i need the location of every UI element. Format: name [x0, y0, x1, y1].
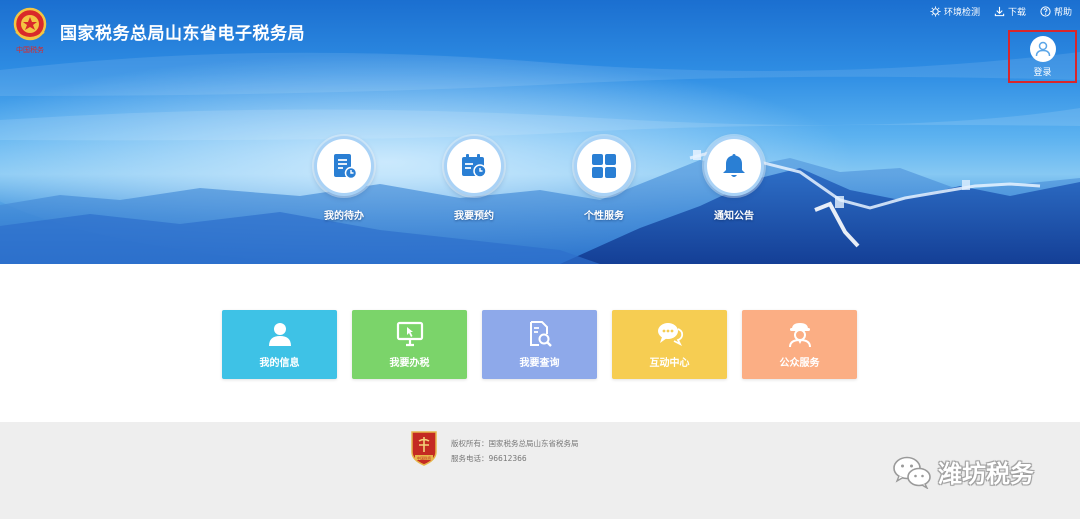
gear-icon — [930, 6, 941, 17]
top-links: 环境检测 下载 帮助 — [930, 5, 1072, 18]
tax-emblem-icon: 中国税务 — [13, 7, 47, 54]
env-check-link[interactable]: 环境检测 — [930, 5, 980, 18]
help-link[interactable]: 帮助 — [1040, 5, 1072, 18]
todo-document-icon — [334, 154, 358, 180]
nav-label: 我的待办 — [324, 211, 364, 222]
footer: 中国税务 版权所有：国家税务总局山东省税务局 服务电话：96612366 潍坊税… — [0, 422, 1080, 519]
site-title: 国家税务总局山东省电子税务局 — [60, 24, 305, 44]
chat-bubbles-icon — [657, 323, 683, 347]
nav-appointment[interactable]: 我要预约 — [429, 136, 519, 222]
tile-interaction-center[interactable]: 互动中心 — [612, 310, 727, 379]
tile-my-info[interactable]: 我的信息 — [222, 310, 337, 379]
tile-tax-handling[interactable]: 我要办税 — [352, 310, 467, 379]
download-link[interactable]: 下载 — [994, 5, 1026, 18]
service-tiles: 我的信息 我要办税 我要查询 互动中心 公众服务 — [222, 310, 857, 379]
nav-circle — [574, 136, 634, 196]
footer-text: 版权所有：国家税务总局山东省税务局 服务电话：96612366 — [451, 436, 579, 466]
nav-circle — [314, 136, 374, 196]
help-label: 帮助 — [1053, 8, 1072, 18]
tax-emblem-logo: 中国税务 — [10, 6, 50, 54]
tile-public-service[interactable]: 公众服务 — [742, 310, 857, 379]
nav-circle — [704, 136, 764, 196]
download-icon — [994, 6, 1005, 17]
tile-label: 我的信息 — [259, 358, 300, 369]
document-search-icon — [529, 321, 552, 347]
nav-personal-service[interactable]: 个性服务 — [559, 136, 649, 222]
badge-caption: 中国税务 — [417, 455, 432, 460]
monitor-cursor-icon — [396, 321, 423, 347]
nav-notice[interactable]: 通知公告 — [689, 136, 779, 222]
avatar — [1029, 35, 1056, 62]
env-check-label: 环境检测 — [943, 8, 980, 18]
nav-circle — [444, 136, 504, 196]
user-avatar-icon — [1035, 41, 1050, 56]
login-button[interactable]: 登录 — [1008, 30, 1077, 83]
emblem-caption: 中国税务 — [16, 45, 44, 54]
download-label: 下载 — [1007, 8, 1026, 18]
nav-label: 个性服务 — [584, 211, 624, 222]
tile-label: 互动中心 — [649, 358, 690, 369]
service-phone-text: 服务电话：96612366 — [451, 454, 527, 463]
tax-shield-icon: 中国税务 — [411, 431, 437, 466]
user-icon — [268, 323, 291, 346]
help-icon — [1040, 6, 1051, 17]
footer-badge: 中国税务 — [410, 430, 438, 466]
hero-banner: 中国税务 国家税务总局山东省电子税务局 环境检测 下载 帮助 登录 我的待办 我… — [0, 0, 1080, 264]
nav-label: 我要预约 — [454, 211, 494, 222]
calendar-clock-icon — [462, 154, 487, 178]
login-label: 登录 — [1033, 67, 1052, 78]
watermark: 潍坊税务 — [892, 454, 1034, 489]
grid-icon — [592, 154, 616, 178]
tile-label: 我要查询 — [519, 358, 560, 369]
wechat-icon — [893, 456, 931, 489]
nav-label: 通知公告 — [714, 211, 754, 222]
tile-label: 公众服务 — [779, 358, 820, 369]
bell-icon — [723, 154, 745, 177]
service-person-icon — [788, 323, 811, 348]
copyright-text: 版权所有：国家税务总局山东省税务局 — [451, 439, 579, 448]
tile-query[interactable]: 我要查询 — [482, 310, 597, 379]
watermark-text: 潍坊税务 — [938, 460, 1034, 488]
tile-label: 我要办税 — [389, 358, 430, 369]
nav-my-todo[interactable]: 我的待办 — [299, 136, 389, 222]
